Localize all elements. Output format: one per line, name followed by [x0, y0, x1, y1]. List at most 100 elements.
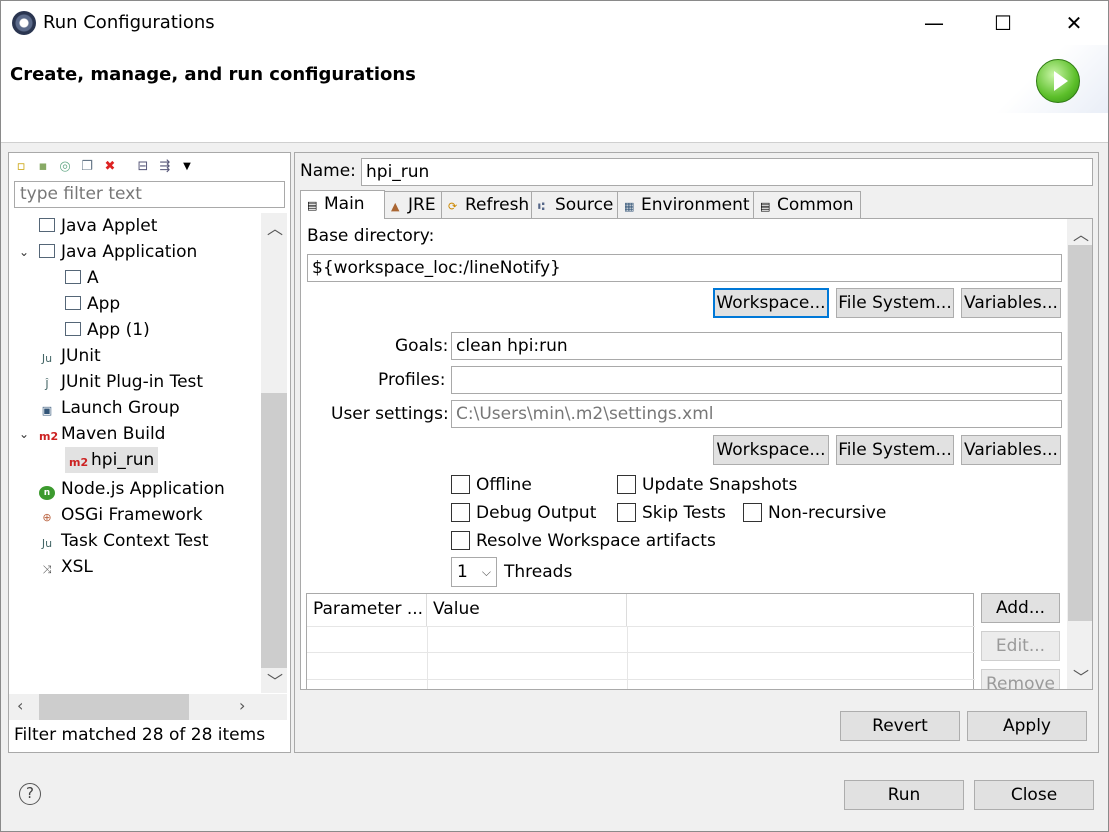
- parameters-table[interactable]: Parameter ... Value: [306, 593, 975, 689]
- new-config-icon[interactable]: ▫: [13, 159, 29, 175]
- column-divider: [627, 626, 628, 689]
- scroll-thumb[interactable]: [261, 393, 287, 668]
- tree-item-xsl[interactable]: ⤨ XSL: [39, 554, 93, 580]
- tree-item-hpi-run[interactable]: m2 hpi_run: [65, 447, 159, 473]
- xsl-icon: ⤨: [42, 563, 52, 576]
- tab-refresh[interactable]: ⟳ Refresh: [441, 191, 532, 218]
- delete-config-icon[interactable]: ✖: [102, 159, 118, 175]
- table-row[interactable]: [307, 653, 975, 680]
- update-snapshots-checkbox[interactable]: Update Snapshots: [617, 475, 797, 495]
- variables-button[interactable]: Variables...: [961, 288, 1061, 318]
- chevron-left-icon[interactable]: ‹: [17, 696, 23, 715]
- tree-horizontal-scrollbar[interactable]: ‹ ›: [9, 694, 287, 720]
- checkbox-box[interactable]: [451, 503, 470, 522]
- scroll-thumb[interactable]: [1068, 245, 1092, 621]
- checkbox-box[interactable]: [743, 503, 762, 522]
- profiles-input[interactable]: [451, 366, 1062, 394]
- tree-item-java-application[interactable]: Java Application: [39, 239, 197, 265]
- maven-icon: m2: [69, 456, 89, 469]
- minimize-button[interactable]: —: [911, 1, 957, 45]
- threads-select[interactable]: 1 ⌵: [451, 557, 497, 587]
- tab-source[interactable]: ⑆ Source: [531, 191, 618, 218]
- osgi-icon: ⊕: [42, 511, 52, 524]
- offline-checkbox[interactable]: Offline: [451, 475, 532, 495]
- tree-item-osgi[interactable]: ⊕ OSGi Framework: [39, 502, 202, 528]
- parameter-column-header[interactable]: Parameter ...: [307, 594, 427, 626]
- run-configurations-window: Run Configurations — ☐ ✕ Create, manage,…: [0, 0, 1109, 832]
- user-settings-label: User settings:: [331, 404, 449, 424]
- banner-title: Create, manage, and run configurations: [10, 64, 416, 85]
- base-directory-input[interactable]: ${workspace_loc:/lineNotify}: [307, 254, 1062, 282]
- duplicate-config-icon[interactable]: ❐: [79, 159, 95, 175]
- common-icon: ▤: [760, 200, 771, 213]
- chevron-up-icon[interactable]: ︿: [1073, 221, 1089, 245]
- configuration-list-panel: ▫ ▪ ◎ ❐ ✖ ⊟ ⇶ ▼ type filter text Java Ap…: [8, 152, 291, 753]
- apply-button[interactable]: Apply: [967, 711, 1087, 741]
- skip-tests-checkbox[interactable]: Skip Tests: [617, 503, 726, 523]
- tree-item-junit[interactable]: Ju JUnit: [39, 343, 101, 369]
- remove-parameter-button[interactable]: Remove: [981, 669, 1060, 689]
- add-parameter-button[interactable]: Add...: [981, 593, 1060, 623]
- tree-item-app[interactable]: App: [65, 291, 120, 317]
- chevron-down-icon[interactable]: ⌄: [19, 421, 29, 447]
- tree-item-task-context[interactable]: Ju Task Context Test: [39, 528, 209, 554]
- tree-item-junit-plugin[interactable]: Ĵ JUnit Plug-in Test: [39, 369, 203, 395]
- tab-common[interactable]: ▤ Common: [753, 191, 861, 218]
- chevron-up-icon[interactable]: ︿: [267, 215, 283, 239]
- workspace-button[interactable]: Workspace...: [713, 288, 829, 318]
- java-application-icon: [39, 244, 55, 258]
- chevron-down-icon[interactable]: ﹀: [1073, 664, 1089, 688]
- checkbox-box[interactable]: [617, 475, 636, 494]
- resolve-workspace-checkbox[interactable]: Resolve Workspace artifacts: [451, 531, 716, 551]
- value-column-header[interactable]: Value: [427, 594, 627, 626]
- eclipse-icon: [12, 11, 36, 35]
- help-icon[interactable]: ?: [19, 783, 41, 805]
- tree-vertical-scrollbar[interactable]: ︿ ﹀: [261, 213, 287, 693]
- non-recursive-checkbox[interactable]: Non-recursive: [743, 503, 886, 523]
- tab-environment[interactable]: ▦ Environment: [617, 191, 754, 218]
- chevron-down-icon[interactable]: ﹀: [267, 668, 283, 692]
- filter-input[interactable]: type filter text: [14, 181, 285, 208]
- chevron-right-icon[interactable]: ›: [239, 696, 245, 715]
- file-system-button[interactable]: File System...: [836, 288, 954, 318]
- revert-button[interactable]: Revert: [840, 711, 960, 741]
- run-button[interactable]: Run: [844, 780, 964, 810]
- close-button[interactable]: Close: [974, 780, 1094, 810]
- workspace-button-2[interactable]: Workspace...: [713, 435, 829, 465]
- checkbox-box[interactable]: [617, 503, 636, 522]
- new-prototype-icon[interactable]: ▪: [35, 159, 51, 175]
- tab-main[interactable]: ▤ Main: [300, 190, 385, 219]
- tab-jre[interactable]: ▲ JRE: [384, 191, 442, 218]
- table-row[interactable]: [307, 626, 975, 653]
- java-application-icon: [65, 322, 81, 336]
- checkbox-box[interactable]: [451, 475, 470, 494]
- tree-item-maven-build[interactable]: m2 Maven Build: [39, 421, 165, 447]
- tree-item-java-applet[interactable]: Java Applet: [39, 213, 157, 239]
- debug-output-checkbox[interactable]: Debug Output: [451, 503, 596, 523]
- edit-parameter-button[interactable]: Edit...: [981, 631, 1060, 661]
- collapse-all-icon[interactable]: ⊟: [135, 159, 151, 175]
- maximize-button[interactable]: ☐: [980, 1, 1026, 45]
- chevron-down-icon[interactable]: ⌄: [19, 239, 29, 265]
- view-menu-icon[interactable]: ▼: [179, 159, 195, 175]
- checkbox-box[interactable]: [451, 531, 470, 550]
- variables-button-2[interactable]: Variables...: [961, 435, 1061, 465]
- java-applet-icon: [39, 218, 55, 232]
- tree-item-launch-group[interactable]: ▣ Launch Group: [39, 395, 180, 421]
- name-input[interactable]: hpi_run: [361, 158, 1093, 186]
- tree-item-nodejs[interactable]: n Node.js Application: [39, 476, 225, 502]
- main-tab-vertical-scrollbar[interactable]: ︿ ﹀: [1067, 219, 1092, 689]
- close-window-button[interactable]: ✕: [1051, 1, 1097, 45]
- export-config-icon[interactable]: ◎: [57, 159, 73, 175]
- user-settings-input[interactable]: C:\Users\min\.m2\settings.xml: [451, 400, 1062, 428]
- file-system-button-2[interactable]: File System...: [836, 435, 954, 465]
- tree-item-app-1[interactable]: App (1): [65, 317, 150, 343]
- configuration-tree: Java Applet ⌄ Java Application A App App…: [9, 213, 260, 693]
- scroll-thumb[interactable]: [39, 694, 189, 720]
- run-icon: [1036, 59, 1080, 103]
- filter-config-icon[interactable]: ⇶: [157, 159, 173, 175]
- title-bar: Run Configurations — ☐ ✕: [1, 1, 1108, 45]
- goals-input[interactable]: clean hpi:run: [451, 332, 1062, 360]
- tree-item-a[interactable]: A: [65, 265, 99, 291]
- dialog-banner: Create, manage, and run configurations: [1, 45, 1108, 143]
